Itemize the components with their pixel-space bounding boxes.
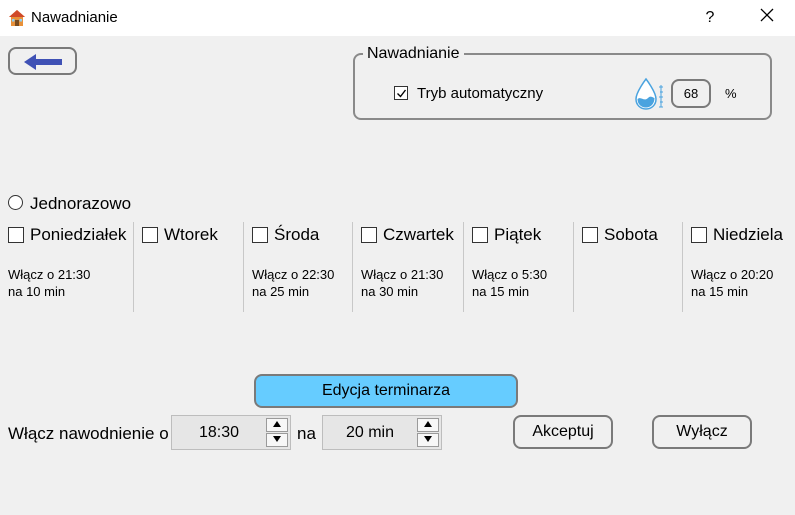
close-button[interactable] [755, 6, 779, 30]
duration-down-button[interactable] [417, 433, 439, 447]
schedule-duration: na 10 min [8, 284, 66, 299]
one-time-radio[interactable] [8, 195, 23, 210]
window-title: Nawadnianie [31, 9, 118, 26]
day-divider [243, 222, 244, 312]
help-button[interactable]: ? [698, 6, 722, 30]
checkmark-icon [397, 89, 407, 98]
day-checkbox-friday[interactable] [472, 227, 488, 243]
turn-off-button[interactable]: Wyłącz [652, 415, 752, 449]
duration-spinbox[interactable]: 20 min [322, 415, 442, 450]
accept-button[interactable]: Akceptuj [513, 415, 613, 449]
day-divider [573, 222, 574, 312]
day-checkbox-monday[interactable] [8, 227, 24, 243]
humidity-unit: % [725, 86, 737, 101]
duration-value[interactable]: 20 min [323, 416, 417, 449]
edit-schedule-button[interactable]: Edycja terminarza [254, 374, 518, 408]
auto-mode-label: Tryb automatyczny [417, 85, 544, 102]
day-divider [133, 222, 134, 312]
time-value[interactable]: 18:30 [172, 416, 266, 449]
time-up-button[interactable] [266, 418, 288, 432]
arrow-left-icon [24, 54, 62, 70]
water-drop-icon [635, 77, 663, 110]
duration-up-button[interactable] [417, 418, 439, 432]
auto-mode-checkbox[interactable] [394, 86, 408, 100]
schedule-time: Włącz o 22:30 [252, 267, 335, 282]
schedule-time: Włącz o 21:30 [361, 267, 444, 282]
schedule-time: Włącz o 20:20 [691, 267, 774, 282]
time-down-button[interactable] [266, 433, 288, 447]
day-label-tuesday: Wtorek [164, 225, 218, 244]
group-legend: Nawadnianie [363, 45, 464, 63]
irrigation-group: Nawadnianie Tryb automatyczny 68 % [353, 45, 772, 120]
schedule-duration: na 15 min [472, 284, 530, 299]
turn-on-label: Włącz nawodnienie o [8, 424, 169, 443]
day-label-thursday: Czwartek [383, 225, 454, 244]
humidity-value[interactable]: 68 [671, 79, 711, 108]
schedule-duration: na 25 min [252, 284, 310, 299]
day-checkbox-wednesday[interactable] [252, 227, 268, 243]
day-checkbox-tuesday[interactable] [142, 227, 158, 243]
house-icon [9, 10, 25, 26]
chevron-down-icon [273, 436, 281, 442]
title-bar: Nawadnianie ? [0, 0, 795, 36]
schedule-duration: na 30 min [361, 284, 419, 299]
one-time-label: Jednorazowo [30, 194, 132, 213]
schedule-duration: na 15 min [691, 284, 749, 299]
day-label-saturday: Sobota [604, 225, 658, 244]
time-spinbox[interactable]: 18:30 [171, 415, 291, 450]
day-divider [682, 222, 683, 312]
schedule-time: Włącz o 5:30 [472, 267, 548, 282]
day-label-wednesday: Środa [274, 225, 320, 244]
day-label-friday: Piątek [494, 225, 542, 244]
chevron-up-icon [424, 421, 432, 427]
day-checkbox-thursday[interactable] [361, 227, 377, 243]
day-divider [463, 222, 464, 312]
schedule-time: Włącz o 21:30 [8, 267, 91, 282]
day-checkbox-sunday[interactable] [691, 227, 707, 243]
for-label: na [297, 424, 316, 443]
day-schedule-monday: Włącz o 21:30 na 10 min [8, 266, 90, 300]
back-button[interactable] [8, 47, 77, 75]
day-schedule-wednesday: Włącz o 22:30 na 25 min [252, 266, 334, 300]
day-schedule-thursday: Włącz o 21:30 na 30 min [361, 266, 443, 300]
day-label-sunday: Niedziela [713, 225, 783, 244]
day-checkbox-saturday[interactable] [582, 227, 598, 243]
day-schedule-sunday: Włącz o 20:20 na 15 min [691, 266, 773, 300]
day-label-monday: Poniedziałek [30, 225, 127, 244]
chevron-down-icon [424, 436, 432, 442]
day-schedule-friday: Włącz o 5:30 na 15 min [472, 266, 547, 300]
day-divider [352, 222, 353, 312]
chevron-up-icon [273, 421, 281, 427]
close-icon [760, 8, 774, 22]
